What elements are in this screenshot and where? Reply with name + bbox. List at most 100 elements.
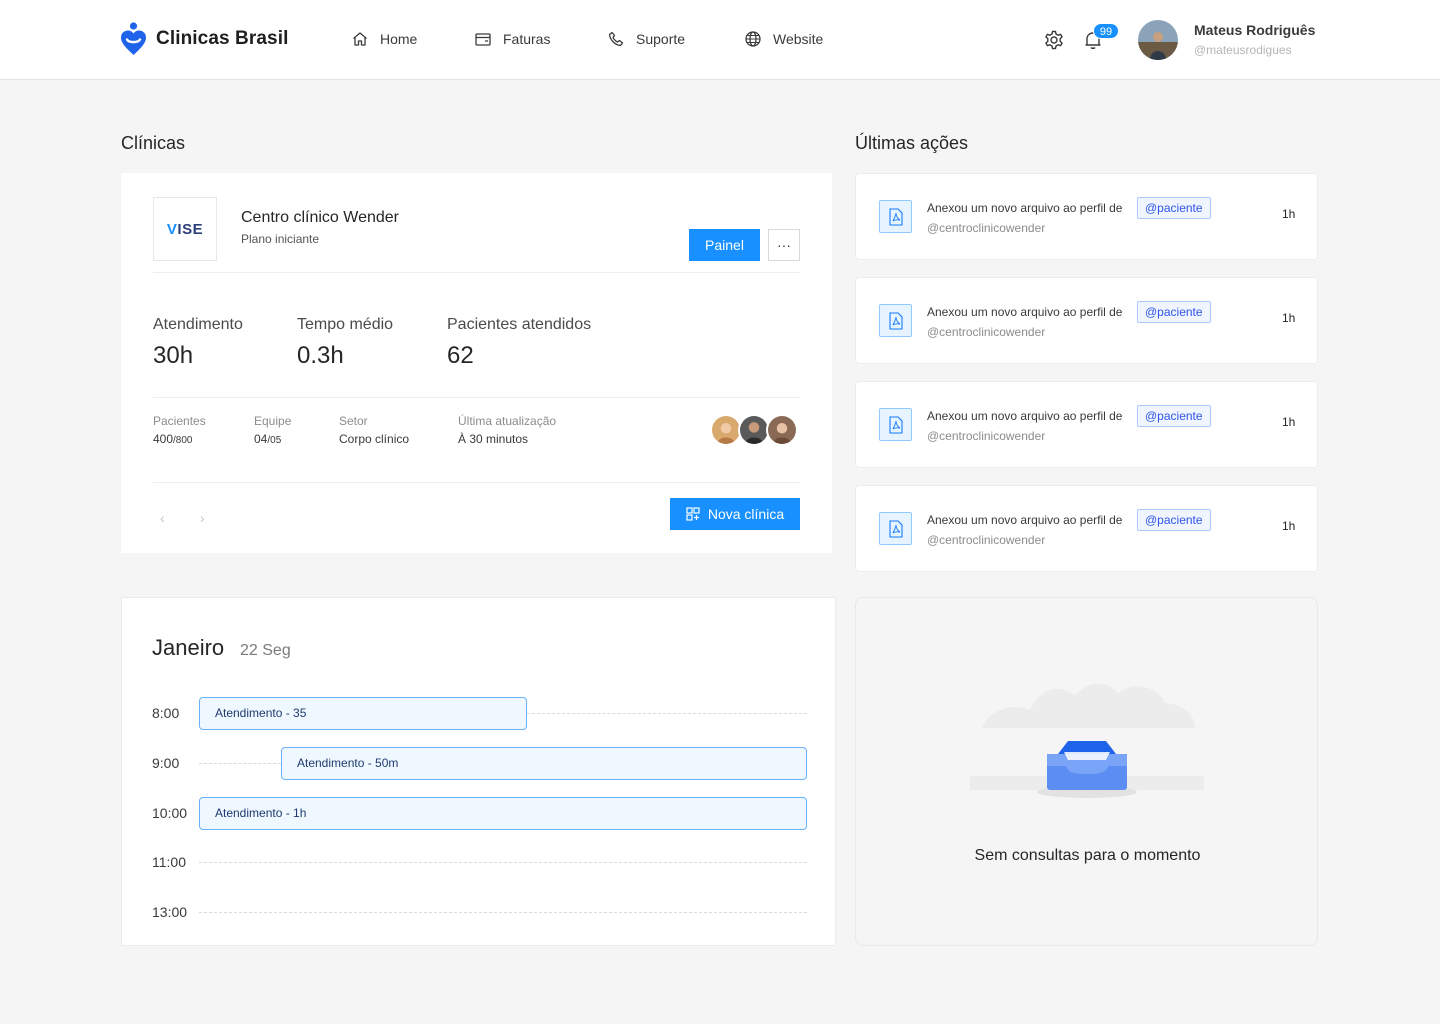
pdf-file-icon: [879, 512, 912, 545]
meta-value-setor: Corpo clínico: [339, 432, 410, 446]
brand-name: Clinicas Brasil: [156, 28, 289, 49]
action-text: Anexou um novo arquivo ao perfil de: [927, 305, 1123, 319]
home-icon: [353, 32, 367, 46]
calendar-event[interactable]: Atendimento - 35: [199, 697, 527, 730]
painel-button[interactable]: Painel: [689, 229, 760, 261]
action-text: Anexou um novo arquivo ao perfil de: [927, 513, 1123, 527]
stat-value-atendimento: 30h: [153, 342, 194, 369]
divider: [153, 397, 800, 398]
divider: [153, 272, 800, 273]
nova-clinica-button[interactable]: Nova clínica: [670, 498, 800, 530]
action-item[interactable]: Anexou um novo arquivo ao perfil de @pac…: [855, 173, 1318, 260]
nova-clinica-label: Nova clínica: [707, 506, 785, 522]
meta-value-equipe: 04/05: [254, 432, 281, 446]
meta-label-ultima-atualizacao: Última atualização: [458, 414, 557, 428]
action-time: 1h: [1282, 207, 1296, 221]
actions-title: Últimas ações: [855, 133, 969, 153]
meta-value-equipe-count: 04: [254, 432, 268, 446]
pdf-file-icon: [879, 408, 912, 441]
user-avatar[interactable]: [1138, 20, 1178, 60]
calendar-month: Janeiro: [152, 635, 225, 660]
time-label: 10:00: [152, 805, 188, 821]
time-slot-line: [199, 763, 281, 764]
meta-value-equipe-total: /05: [267, 435, 282, 446]
time-slot-line: [199, 912, 807, 913]
meta-value-pacientes-count: 400: [153, 432, 174, 446]
time-label: 11:00: [152, 854, 186, 870]
time-label: 13:00: [152, 904, 188, 920]
team-avatar[interactable]: [766, 414, 798, 446]
clinic-logo: V ISE: [153, 197, 217, 261]
meta-value-pacientes-total: /800: [173, 435, 193, 446]
time-slot-line: [527, 713, 807, 714]
action-source: @centroclinicowender: [927, 325, 1046, 339]
divider: [153, 482, 800, 483]
nav-faturas[interactable]: Faturas: [474, 30, 550, 48]
action-source: @centroclinicowender: [927, 429, 1046, 443]
meta-label-equipe: Equipe: [254, 414, 292, 428]
action-item[interactable]: Anexou um novo arquivo ao perfil de @pac…: [855, 485, 1318, 572]
next-page-button[interactable]: ›: [200, 510, 205, 526]
meta-label-pacientes: Pacientes: [153, 414, 206, 428]
add-grid-icon: [686, 507, 700, 521]
clinic-card: V ISE Centro clínico Wender Plano inician…: [121, 173, 832, 553]
nav-faturas-label: Faturas: [503, 31, 551, 47]
meta-value-ultima-atualizacao: À 30 minutos: [458, 432, 529, 446]
team-avatar-image: [712, 416, 740, 444]
time-label: 8:00: [152, 705, 180, 721]
action-source: @centroclinicowender: [927, 221, 1046, 235]
empty-appointments-card: Sem consultas para o momento: [855, 597, 1318, 946]
action-time: 1h: [1282, 519, 1296, 533]
time-label: 9:00: [152, 755, 180, 771]
wallet-icon: [475, 33, 491, 46]
action-text: Anexou um novo arquivo ao perfil de: [927, 409, 1123, 423]
user-name: Mateus Rodriguês: [1194, 22, 1316, 38]
user-handle: @mateusrodigues: [1194, 43, 1292, 57]
nav-home[interactable]: Home: [351, 30, 417, 48]
prev-page-button[interactable]: ‹: [160, 510, 165, 526]
pdf-file-icon: [879, 200, 912, 233]
nav-suporte[interactable]: Suporte: [607, 30, 685, 48]
patient-tag[interactable]: @paciente: [1137, 405, 1211, 427]
patient-tag[interactable]: @paciente: [1137, 301, 1211, 323]
stat-label-tempo-medio: Tempo médio: [297, 316, 394, 333]
team-avatar-image: [740, 416, 768, 444]
clinic-logo-rest: ISE: [177, 220, 204, 238]
globe-icon: [745, 31, 761, 47]
nav-website-label: Website: [773, 31, 824, 47]
nav-website[interactable]: Website: [744, 30, 823, 48]
patient-tag[interactable]: @paciente: [1137, 509, 1211, 531]
action-time: 1h: [1282, 415, 1296, 429]
time-slot-line: [199, 862, 807, 863]
calendar-event[interactable]: Atendimento - 50m: [281, 747, 807, 780]
action-text: Anexou um novo arquivo ao perfil de: [927, 201, 1123, 215]
patient-tag[interactable]: @paciente: [1137, 197, 1211, 219]
action-item[interactable]: Anexou um novo arquivo ao perfil de @pac…: [855, 277, 1318, 364]
nav-suporte-label: Suporte: [636, 31, 686, 47]
action-item[interactable]: Anexou um novo arquivo ao perfil de @pac…: [855, 381, 1318, 468]
clinic-logo-accent: V: [166, 220, 178, 238]
brand-logo[interactable]: Clinicas Brasil: [120, 22, 288, 56]
calendar-card: Janeiro 22 Seg 8:00 9:00 10:00 11:00 13:…: [121, 597, 836, 946]
more-options-button[interactable]: ···: [768, 229, 800, 261]
gear-icon[interactable]: [1043, 29, 1065, 51]
heart-logo-icon: [121, 22, 146, 55]
stat-value-pacientes-atendidos: 62: [447, 342, 474, 369]
team-avatar-image: [768, 416, 796, 444]
meta-label-setor: Setor: [339, 414, 368, 428]
clinics-title: Clínicas: [121, 133, 186, 153]
nav-home-label: Home: [380, 31, 418, 47]
clinic-plan: Plano iniciante: [241, 232, 320, 246]
calendar-event[interactable]: Atendimento - 1h: [199, 797, 807, 830]
user-avatar-image: [1138, 20, 1178, 60]
stat-label-pacientes-atendidos: Pacientes atendidos: [447, 316, 592, 333]
top-header: Clinicas Brasil Home Faturas Suporte Web…: [0, 0, 1440, 80]
action-source: @centroclinicowender: [927, 533, 1046, 547]
clinic-name: Centro clínico Wender: [241, 209, 399, 226]
phone-icon: [608, 31, 624, 47]
empty-inbox-icon: [970, 683, 1204, 798]
calendar-day: 22 Seg: [240, 642, 291, 659]
empty-state-text: Sem consultas para o momento: [974, 847, 1201, 864]
notification-badge: 99: [1093, 23, 1119, 39]
action-time: 1h: [1282, 311, 1296, 325]
